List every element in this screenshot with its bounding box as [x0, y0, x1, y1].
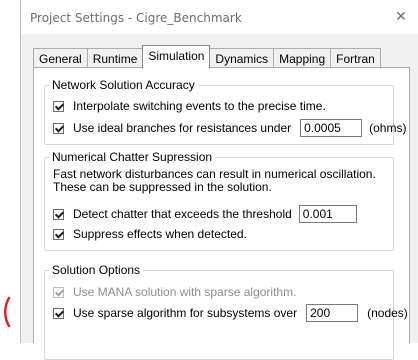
mana-sparse-label: Use MANA solution with sparse algorithm. [73, 285, 297, 299]
tab-mapping[interactable]: Mapping [273, 48, 332, 68]
interpolate-checkbox[interactable] [53, 100, 64, 112]
suppress-effects-label: Suppress effects when detected. [73, 227, 247, 241]
project-settings-dialog: Project Settings - Cigre_Benchmark ✕ Gen… [20, 0, 418, 360]
chatter-threshold-input[interactable]: 0.001 [298, 205, 357, 223]
ideal-branches-row: Use ideal branches for resistances under… [53, 119, 406, 137]
mana-row: Use MANA solution with sparse algorithm. [53, 283, 296, 301]
suppress-effects-checkbox[interactable] [53, 228, 64, 240]
tab-general[interactable]: General [33, 48, 88, 68]
ideal-branches-label: Use ideal branches for resistances under [73, 121, 292, 135]
group-title: Network Solution Accuracy [49, 78, 198, 92]
numerical-chatter-group: Numerical Chatter Supression Fast networ… [44, 150, 394, 251]
tab-strip: General Runtime Simulation Dynamics Mapp… [33, 45, 381, 68]
resistance-threshold-input[interactable]: 0.0005 [300, 119, 363, 137]
sparse-algorithm-label: Use sparse algorithm for subsystems over [73, 306, 298, 320]
network-solution-accuracy-group: Network Solution Accuracy Interpolate sw… [44, 78, 406, 145]
ideal-branches-checkbox[interactable] [53, 122, 64, 134]
interpolate-row: Interpolate switching events to the prec… [53, 97, 326, 115]
subsystem-nodes-input[interactable]: 200 [306, 304, 359, 322]
title-bar: Project Settings - Cigre_Benchmark ✕ [21, 0, 418, 34]
mana-sparse-checkbox[interactable] [53, 286, 64, 298]
sparse-algorithm-row: Use sparse algorithm for subsystems over… [53, 304, 408, 322]
interpolate-label: Interpolate switching events to the prec… [73, 99, 326, 113]
detect-chatter-checkbox[interactable] [53, 208, 64, 220]
simulation-tab-panel: Network Solution Accuracy Interpolate sw… [33, 67, 410, 360]
sparse-algorithm-checkbox[interactable] [53, 307, 64, 319]
chatter-description: Fast network disturbances can result in … [53, 167, 376, 194]
group-title: Numerical Chatter Supression [49, 150, 216, 164]
tab-dynamics[interactable]: Dynamics [209, 48, 275, 68]
detect-chatter-row: Detect chatter that exceeds the threshol… [53, 205, 357, 223]
solution-options-group: Solution Options Use MANA solution with … [44, 263, 408, 360]
suppress-effects-row: Suppress effects when detected. [53, 225, 247, 243]
red-annotation-mark [4, 296, 11, 328]
tab-runtime[interactable]: Runtime [86, 48, 144, 68]
tab-simulation[interactable]: Simulation [142, 45, 211, 68]
ohms-unit-label: (ohms) [369, 121, 407, 135]
tab-fortran[interactable]: Fortran [330, 48, 381, 68]
close-icon[interactable]: ✕ [390, 6, 412, 28]
window-title: Project Settings - Cigre_Benchmark [30, 11, 242, 25]
group-title: Solution Options [49, 263, 144, 277]
nodes-unit-label: (nodes) [367, 306, 408, 320]
detect-chatter-label: Detect chatter that exceeds the threshol… [73, 207, 292, 221]
dialog-content: General Runtime Simulation Dynamics Mapp… [21, 34, 418, 360]
